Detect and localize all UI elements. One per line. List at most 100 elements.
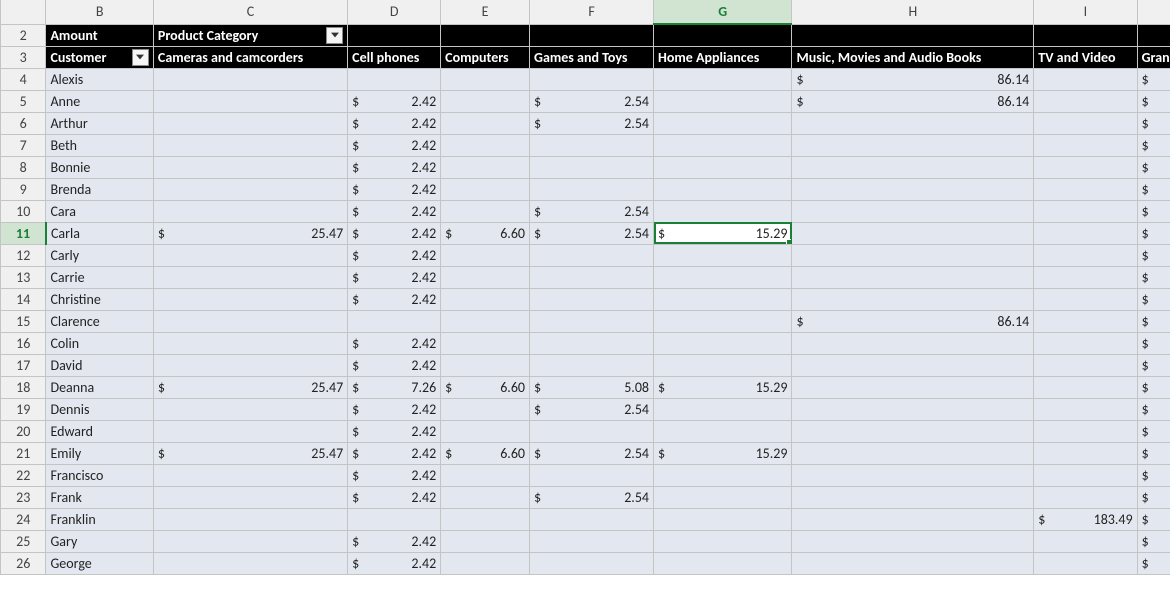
cell-E20[interactable]: $ xyxy=(441,420,530,442)
customer-name-cell[interactable]: Beth xyxy=(46,134,153,156)
row-header-10[interactable]: 10 xyxy=(1,200,46,222)
row-header-18[interactable]: 18 xyxy=(1,376,46,398)
cell-F18[interactable]: $5.08 xyxy=(530,376,654,398)
cell-I17[interactable]: $ xyxy=(1034,354,1137,376)
cell-G26[interactable]: $ xyxy=(654,552,792,574)
cell-D23[interactable]: $2.42 xyxy=(348,486,441,508)
cell-J21[interactable]: $52. xyxy=(1137,442,1170,464)
cell-F15[interactable]: $ xyxy=(530,310,654,332)
cell-D16[interactable]: $2.42 xyxy=(348,332,441,354)
cell-H6[interactable]: $ xyxy=(792,112,1034,134)
cell-G15[interactable]: $ xyxy=(654,310,792,332)
cell-G2[interactable] xyxy=(654,24,792,46)
spreadsheet-viewport[interactable]: BCDEFGHIJ 2AmountProduct Category3Custom… xyxy=(0,0,1170,600)
customer-name-cell[interactable]: Carrie xyxy=(46,266,153,288)
column-header-cameras[interactable]: Cameras and camcorders xyxy=(153,46,347,68)
customer-name-cell[interactable]: Carly xyxy=(46,244,153,266)
cell-J12[interactable]: $2. xyxy=(1137,244,1170,266)
cell-C5[interactable]: $ xyxy=(153,90,347,112)
cell-F4[interactable]: $ xyxy=(530,68,654,90)
cell-D22[interactable]: $2.42 xyxy=(348,464,441,486)
cell-I5[interactable]: $ xyxy=(1034,90,1137,112)
row-header-16[interactable]: 16 xyxy=(1,332,46,354)
cell-D4[interactable]: $ xyxy=(348,68,441,90)
cell-F17[interactable]: $ xyxy=(530,354,654,376)
cell-I6[interactable]: $ xyxy=(1034,112,1137,134)
row-header-22[interactable]: 22 xyxy=(1,464,46,486)
cell-C12[interactable]: $ xyxy=(153,244,347,266)
customer-name-cell[interactable]: Edward xyxy=(46,420,153,442)
cell-G14[interactable]: $ xyxy=(654,288,792,310)
cell-C16[interactable]: $ xyxy=(153,332,347,354)
cell-I11[interactable]: $ xyxy=(1034,222,1137,244)
row-header-19[interactable]: 19 xyxy=(1,398,46,420)
row-header-13[interactable]: 13 xyxy=(1,266,46,288)
cell-F25[interactable]: $ xyxy=(530,530,654,552)
cell-H9[interactable]: $ xyxy=(792,178,1034,200)
cell-E8[interactable]: $ xyxy=(441,156,530,178)
customer-name-cell[interactable]: Cara xyxy=(46,200,153,222)
row-header-23[interactable]: 23 xyxy=(1,486,46,508)
cell-I4[interactable]: $ xyxy=(1034,68,1137,90)
cell-D2[interactable] xyxy=(348,24,441,46)
cell-H25[interactable]: $ xyxy=(792,530,1034,552)
cell-E18[interactable]: $6.60 xyxy=(441,376,530,398)
cell-I13[interactable]: $ xyxy=(1034,266,1137,288)
cell-H4[interactable]: $86.14 xyxy=(792,68,1034,90)
cell-D17[interactable]: $2.42 xyxy=(348,354,441,376)
cell-F6[interactable]: $2.54 xyxy=(530,112,654,134)
cell-G13[interactable]: $ xyxy=(654,266,792,288)
cell-C25[interactable]: $ xyxy=(153,530,347,552)
cell-H13[interactable]: $ xyxy=(792,266,1034,288)
cell-F14[interactable]: $ xyxy=(530,288,654,310)
cell-E6[interactable]: $ xyxy=(441,112,530,134)
cell-C18[interactable]: $25.47 xyxy=(153,376,347,398)
cell-F10[interactable]: $2.54 xyxy=(530,200,654,222)
cell-I16[interactable]: $ xyxy=(1034,332,1137,354)
cell-C17[interactable]: $ xyxy=(153,354,347,376)
cell-F21[interactable]: $2.54 xyxy=(530,442,654,464)
customer-name-cell[interactable]: Carla xyxy=(46,222,153,244)
cell-E25[interactable]: $ xyxy=(441,530,530,552)
column-header-F[interactable]: F xyxy=(530,0,654,24)
cell-G25[interactable]: $ xyxy=(654,530,792,552)
cell-C14[interactable]: $ xyxy=(153,288,347,310)
cell-D20[interactable]: $2.42 xyxy=(348,420,441,442)
cell-F26[interactable]: $ xyxy=(530,552,654,574)
customer-name-cell[interactable]: George xyxy=(46,552,153,574)
cell-G17[interactable]: $ xyxy=(654,354,792,376)
cell-G7[interactable]: $ xyxy=(654,134,792,156)
cell-E16[interactable]: $ xyxy=(441,332,530,354)
cell-D15[interactable]: $ xyxy=(348,310,441,332)
cell-I14[interactable]: $ xyxy=(1034,288,1137,310)
column-header-cell-phones[interactable]: Cell phones xyxy=(348,46,441,68)
cell-I24[interactable]: $183.49 xyxy=(1034,508,1137,530)
cell-D7[interactable]: $2.42 xyxy=(348,134,441,156)
cell-C23[interactable]: $ xyxy=(153,486,347,508)
cell-H11[interactable]: $ xyxy=(792,222,1034,244)
cell-C11[interactable]: $25.47 xyxy=(153,222,347,244)
cell-J17[interactable]: $2. xyxy=(1137,354,1170,376)
cell-I26[interactable]: $ xyxy=(1034,552,1137,574)
cell-I21[interactable]: $ xyxy=(1034,442,1137,464)
cell-H22[interactable]: $ xyxy=(792,464,1034,486)
cell-E12[interactable]: $ xyxy=(441,244,530,266)
cell-H15[interactable]: $86.14 xyxy=(792,310,1034,332)
row-header-5[interactable]: 5 xyxy=(1,90,46,112)
row-header-2[interactable]: 2 xyxy=(1,24,46,46)
customer-name-cell[interactable]: David xyxy=(46,354,153,376)
customer-name-cell[interactable]: Deanna xyxy=(46,376,153,398)
cell-F5[interactable]: $2.54 xyxy=(530,90,654,112)
cell-J24[interactable]: $183. xyxy=(1137,508,1170,530)
row-header-6[interactable]: 6 xyxy=(1,112,46,134)
cell-C24[interactable]: $ xyxy=(153,508,347,530)
cell-F16[interactable]: $ xyxy=(530,332,654,354)
customer-name-cell[interactable]: Colin xyxy=(46,332,153,354)
cell-G24[interactable]: $ xyxy=(654,508,792,530)
cell-I23[interactable]: $ xyxy=(1034,486,1137,508)
customer-name-cell[interactable]: Alexis xyxy=(46,68,153,90)
row-header-4[interactable]: 4 xyxy=(1,68,46,90)
column-header-H[interactable]: H xyxy=(792,0,1034,24)
row-header-14[interactable]: 14 xyxy=(1,288,46,310)
cell-H8[interactable]: $ xyxy=(792,156,1034,178)
